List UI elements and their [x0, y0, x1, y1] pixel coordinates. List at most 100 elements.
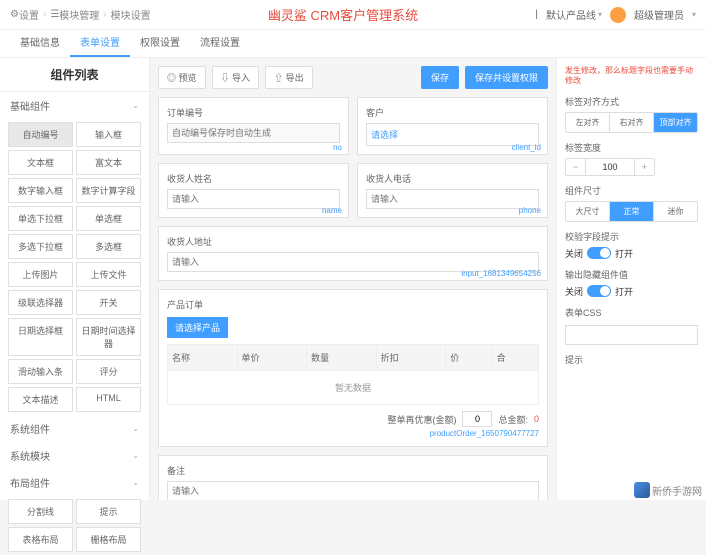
- tab-basic[interactable]: 基础信息: [10, 30, 70, 57]
- component-list-title: 组件列表: [0, 58, 149, 92]
- tab-form[interactable]: 表单设置: [70, 30, 130, 57]
- component-item[interactable]: 文本框: [8, 150, 73, 175]
- section-layout[interactable]: 布局组件⌄: [0, 469, 149, 496]
- discount-label: 整单再优惠(金额): [387, 413, 456, 426]
- hidden-label: 输出隐藏组件值: [565, 268, 698, 281]
- on-label: 打开: [615, 247, 633, 260]
- field-label: 收货人电话: [366, 172, 539, 185]
- field-product-order[interactable]: 产品订单 请选择产品 名称单价数量折扣价合 暂无数据 整单再优惠(金额) 总金额…: [158, 289, 548, 447]
- component-item[interactable]: 上传文件: [76, 262, 141, 287]
- tab-perm[interactable]: 权限设置: [130, 30, 190, 57]
- bc-sep: ›: [103, 9, 106, 20]
- chevron-down-icon[interactable]: ▾: [692, 10, 696, 19]
- import-button[interactable]: ⇩ 导入: [212, 66, 260, 89]
- recv-name-input[interactable]: [167, 189, 340, 209]
- tip-label: 提示: [565, 353, 698, 366]
- increase-button[interactable]: +: [634, 159, 654, 175]
- component-item[interactable]: 文本描述: [8, 387, 73, 412]
- component-item[interactable]: HTML: [76, 387, 141, 412]
- tab-flow[interactable]: 流程设置: [190, 30, 250, 57]
- field-customer[interactable]: 客户 请选择 client_id: [357, 97, 548, 155]
- width-value[interactable]: 100: [586, 159, 634, 175]
- app-title: 幽灵鲨 CRM客户管理系统: [151, 5, 536, 24]
- field-label: 产品订单: [167, 298, 539, 311]
- component-item[interactable]: 富文本: [76, 150, 141, 175]
- decrease-button[interactable]: −: [566, 159, 586, 175]
- section-sys-comp[interactable]: 系统组件⌄: [0, 415, 149, 442]
- align-right[interactable]: 右对齐: [610, 113, 654, 132]
- chevron-down-icon: ⌄: [132, 101, 139, 110]
- component-item[interactable]: 单选下拉框: [8, 206, 73, 231]
- size-mini[interactable]: 迷你: [654, 202, 697, 221]
- align-group: 左对齐 右对齐 顶部对齐: [565, 112, 698, 133]
- valid-label: 校验字段提示: [565, 230, 698, 243]
- field-label: 收货人地址: [167, 235, 539, 248]
- section-basic[interactable]: 基础组件⌄: [0, 92, 149, 119]
- recv-phone-input[interactable]: [366, 189, 539, 209]
- component-item[interactable]: 栅格布局: [76, 527, 141, 552]
- field-id: no: [333, 143, 342, 152]
- select-product-button[interactable]: 请选择产品: [167, 317, 228, 338]
- table-header: 合: [492, 345, 538, 371]
- bc-settings[interactable]: 设置: [19, 7, 39, 22]
- field-recv-phone[interactable]: 收货人电话 phone: [357, 163, 548, 218]
- preview-button[interactable]: ◎ 预览: [158, 66, 206, 89]
- component-item[interactable]: 多选框: [76, 234, 141, 259]
- table-header: 折扣: [376, 345, 446, 371]
- field-order-no[interactable]: 订单编号 no: [158, 97, 349, 155]
- on-label: 打开: [615, 285, 633, 298]
- discount-input[interactable]: [462, 411, 492, 427]
- width-stepper: − 100 +: [565, 158, 655, 176]
- component-item[interactable]: 级联选择器: [8, 290, 73, 315]
- field-label: 订单编号: [167, 106, 340, 119]
- total-label: 总金额:: [498, 413, 528, 426]
- align-left[interactable]: 左对齐: [566, 113, 610, 132]
- table-header: 单价: [237, 345, 307, 371]
- remark-input[interactable]: [167, 481, 539, 500]
- table-header: 名称: [168, 345, 238, 371]
- component-item[interactable]: 评分: [76, 359, 141, 384]
- product-table: 名称单价数量折扣价合 暂无数据: [167, 344, 539, 405]
- width-label: 标签宽度: [565, 141, 698, 154]
- component-item[interactable]: 分割线: [8, 499, 73, 524]
- component-item[interactable]: 提示: [76, 499, 141, 524]
- component-item[interactable]: 表格布局: [8, 527, 73, 552]
- component-item[interactable]: 单选框: [76, 206, 141, 231]
- css-input[interactable]: [565, 325, 698, 345]
- valid-toggle[interactable]: [587, 247, 611, 259]
- list-icon: ☰: [50, 9, 59, 20]
- component-item[interactable]: 多选下拉框: [8, 234, 73, 259]
- field-remark[interactable]: 备注: [158, 455, 548, 500]
- export-button[interactable]: ⇧ 导出: [265, 66, 313, 89]
- component-item[interactable]: 日期时间选择器: [76, 318, 141, 356]
- component-item[interactable]: 输入框: [76, 122, 141, 147]
- off-label: 关闭: [565, 285, 583, 298]
- size-group: 大尺寸 正常 迷你: [565, 201, 698, 222]
- avatar[interactable]: [610, 7, 626, 23]
- save-button[interactable]: 保存: [421, 66, 459, 89]
- save-perm-button[interactable]: 保存并设置权限: [465, 66, 548, 89]
- component-item[interactable]: 开关: [76, 290, 141, 315]
- component-item[interactable]: 上传图片: [8, 262, 73, 287]
- size-large[interactable]: 大尺寸: [566, 202, 610, 221]
- component-item[interactable]: 数字计算字段: [76, 178, 141, 203]
- section-sys-mod[interactable]: 系统模块⌄: [0, 442, 149, 469]
- hidden-toggle[interactable]: [587, 285, 611, 297]
- table-header: 数量: [307, 345, 377, 371]
- component-item[interactable]: 日期选择框: [8, 318, 73, 356]
- component-item[interactable]: 数字输入框: [8, 178, 73, 203]
- component-item[interactable]: 自动编号: [8, 122, 73, 147]
- settings-icon: ⚙: [10, 9, 19, 20]
- field-recv-addr[interactable]: 收货人地址 input_1681349654256: [158, 226, 548, 281]
- component-item[interactable]: 滑动输入条: [8, 359, 73, 384]
- field-id: name: [322, 206, 342, 215]
- product-line-select[interactable]: 默认产品线 ▾: [546, 7, 602, 22]
- bc-sep: ›: [43, 9, 46, 20]
- off-label: 关闭: [565, 247, 583, 260]
- field-recv-name[interactable]: 收货人姓名 name: [158, 163, 349, 218]
- align-top[interactable]: 顶部对齐: [654, 113, 697, 132]
- size-normal[interactable]: 正常: [610, 202, 654, 221]
- bc-module-mgmt[interactable]: 模块管理: [59, 7, 99, 22]
- bc-module-cfg: 模块设置: [111, 7, 151, 22]
- order-no-input[interactable]: [167, 123, 340, 143]
